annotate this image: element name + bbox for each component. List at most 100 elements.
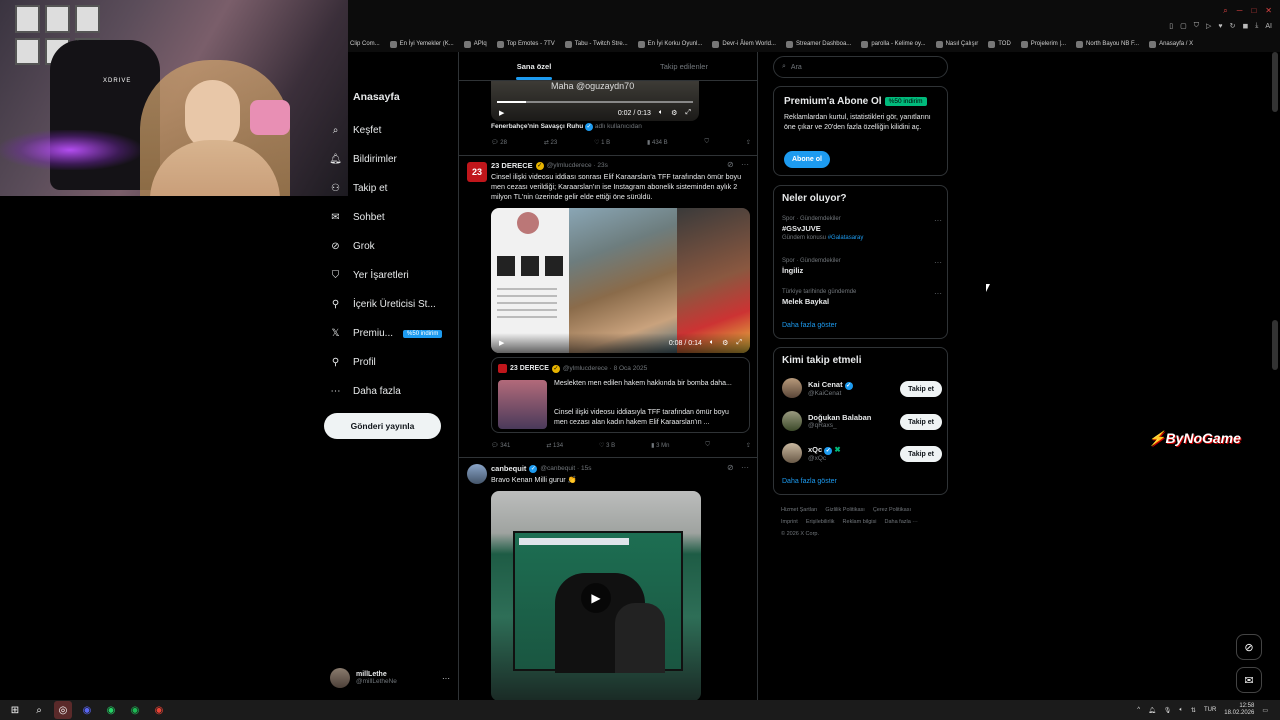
account-switcher[interactable]: millLethe @millLetheNe ··· xyxy=(330,666,450,690)
tweet-media[interactable]: ▶ 0:08 / 0:14 🔈︎ ⚙ ⤢ xyxy=(491,208,750,353)
bookmark-item[interactable]: En İyi Yemekler (K... xyxy=(389,40,454,48)
bookmark-item[interactable]: Devr-i Âlem World... xyxy=(712,40,776,48)
author-name[interactable]: canbequit xyxy=(491,464,526,473)
search-icon[interactable]: ⌕ xyxy=(1223,6,1227,16)
avatar[interactable]: ◼ xyxy=(1242,22,1248,30)
clock[interactable]: 12:58 18.02.2026 xyxy=(1224,703,1254,717)
retweet-button[interactable]: ⇄ 23 xyxy=(544,139,557,146)
windows-start-icon[interactable]: ⊞ xyxy=(6,701,24,719)
fullscreen-icon[interactable]: ⤢ xyxy=(685,109,691,117)
chrome-icon[interactable]: ◉ xyxy=(150,701,168,719)
more-icon[interactable]: ··· xyxy=(934,289,942,298)
refresh-icon[interactable]: ↻ xyxy=(1230,22,1236,30)
show-more-follow[interactable]: Daha fazla göster xyxy=(782,478,837,485)
author-handle[interactable]: @ylmlucderece · 23s xyxy=(547,162,608,169)
avatar[interactable] xyxy=(467,464,487,484)
more-icon[interactable]: ··· xyxy=(442,674,450,683)
minimize-icon[interactable]: ─ xyxy=(1237,6,1243,16)
show-more-trends[interactable]: Daha fazla göster xyxy=(782,322,837,329)
nav-item-grok[interactable]: ⊘ Grok xyxy=(330,241,374,252)
like-button[interactable]: ♡ 3 B xyxy=(599,442,615,449)
share-icon[interactable]: ⇪ xyxy=(746,139,751,146)
nav-item-follow[interactable]: ⚇ Takip et xyxy=(330,183,387,194)
chevron-up-icon[interactable]: ^ xyxy=(1137,707,1140,713)
bell-icon[interactable]: 🔔︎ xyxy=(1148,707,1156,714)
tab-for-you[interactable]: Sana özel xyxy=(459,52,609,80)
nav-item-search[interactable]: ⌕ Keşfet xyxy=(330,125,382,136)
nav-item-chat[interactable]: ✉ Sohbet xyxy=(330,212,384,223)
app-icon[interactable]: ◎ xyxy=(54,701,72,719)
footer-link[interactable]: Erişilebilirlik xyxy=(806,519,835,525)
mic-icon[interactable]: 🎙︎ xyxy=(1164,707,1172,714)
fullscreen-icon[interactable]: ⤢ xyxy=(736,339,742,347)
ai-label[interactable]: AI xyxy=(1265,23,1272,30)
volume-icon[interactable]: 🔈︎ xyxy=(710,339,714,347)
nav-item-creator[interactable]: ⚲ İçerik Üreticisi St... xyxy=(330,299,436,310)
bookmark-icon[interactable]: ⛉ xyxy=(705,139,710,146)
share-icon[interactable]: ⇪ xyxy=(746,442,751,449)
video-player[interactable]: Maha @oguzaydn70 ▶ 0:02 / 0:13 🔈︎ ⚙ ⤢ xyxy=(491,81,699,121)
more-icon[interactable]: ··· xyxy=(741,160,749,169)
nav-home[interactable]: Anasayfa xyxy=(353,91,400,103)
play-icon[interactable]: ▶ xyxy=(499,109,504,117)
play-icon[interactable]: ▷ xyxy=(1206,22,1211,30)
bookmark-item[interactable]: Nasıl Çalışır xyxy=(935,40,978,48)
network-icon[interactable]: ⇅ xyxy=(1191,707,1196,714)
bookmark-item[interactable]: En İyi Korku Oyunl... xyxy=(637,40,702,48)
nav-item-person[interactable]: ⚲ Profil xyxy=(330,357,376,368)
search-icon[interactable]: ⌕ xyxy=(30,701,48,719)
avatar[interactable]: 23 xyxy=(467,162,487,182)
search-input[interactable]: ⌕ Ara xyxy=(773,56,948,78)
bookmark-item[interactable]: Projelerim |... xyxy=(1020,40,1066,48)
shield-icon[interactable]: ⛉ xyxy=(1194,22,1199,30)
like-button[interactable]: ♡ 1 B xyxy=(594,139,610,146)
bookmark-icon[interactable]: ⛉ xyxy=(705,442,710,449)
bookmark-item[interactable]: Tabu - Twitch Stre... xyxy=(564,40,628,48)
follow-suggestion[interactable]: Doğukan Balaban @qRaxs_ Takip et xyxy=(782,410,942,432)
messages-icon[interactable]: ✉ xyxy=(1236,667,1262,693)
trend-item[interactable]: Spor · Gündemdekiler İngiliz ··· xyxy=(782,258,942,275)
scrollbar[interactable] xyxy=(1272,320,1278,370)
extension-icon[interactable]: ▢ xyxy=(1180,22,1187,30)
scrollbar[interactable] xyxy=(1272,52,1278,112)
maximize-icon[interactable]: □ xyxy=(1251,6,1256,16)
video-progress[interactable] xyxy=(497,101,693,103)
follow-button[interactable]: Takip et xyxy=(900,446,942,462)
quoted-tweet[interactable]: 23 DERECE ✓ @ylmlucderece · 8 Oca 2025 M… xyxy=(491,357,750,433)
notification-icon[interactable]: ▭ xyxy=(1262,707,1268,714)
spotify-icon[interactable]: ◉ xyxy=(126,701,144,719)
follow-suggestion[interactable]: xQc ✓ ✖ @xQc Takip et xyxy=(782,442,942,464)
settings-icon[interactable]: ⚙ xyxy=(671,109,677,117)
bookmark-item[interactable]: APIq xyxy=(463,40,487,48)
grok-icon[interactable]: ⊘ xyxy=(1236,634,1262,660)
video-player[interactable]: ▶ xyxy=(491,491,701,700)
footer-link[interactable]: Daha fazla ··· xyxy=(884,519,917,525)
bookmark-item[interactable]: Top Emotes - 7TV xyxy=(496,40,555,48)
footer-link[interactable]: Reklam bilgisi xyxy=(843,519,877,525)
post-button[interactable]: Gönderi yayınla xyxy=(324,413,441,439)
nav-item-bell[interactable]: 🔔︎ Bildirimler xyxy=(329,154,397,165)
follow-button[interactable]: Takip et xyxy=(900,381,942,397)
nav-item-x[interactable]: 𝕏 Premiu... %50 indirim xyxy=(330,328,443,339)
settings-icon[interactable]: ⚙ xyxy=(722,339,728,347)
subscribe-button[interactable]: Abone ol xyxy=(784,151,830,168)
views-count[interactable]: ▮ 3 Mn xyxy=(651,442,669,449)
retweet-button[interactable]: ⇄ 134 xyxy=(546,442,563,449)
trend-item[interactable]: Spor · Gündemdekiler #GSvJUVE Gündem kon… xyxy=(782,216,942,241)
grok-icon[interactable]: ⊘ xyxy=(727,160,734,169)
close-icon[interactable]: ✕ xyxy=(1265,6,1272,16)
bookmark-item[interactable]: North Bayou NB F... xyxy=(1076,40,1139,48)
download-icon[interactable]: ⤓ xyxy=(1255,22,1258,30)
reply-button[interactable]: 💬︎ 341 xyxy=(491,442,510,449)
footer-link[interactable]: Imprint xyxy=(781,519,798,525)
more-icon[interactable]: ··· xyxy=(934,216,942,225)
discord-icon[interactable]: ◉ xyxy=(78,701,96,719)
footer-link[interactable]: Gizlilik Politikası xyxy=(825,507,864,513)
author-handle[interactable]: @canbequit · 15s xyxy=(540,465,591,472)
tab-following[interactable]: Takip edilenler xyxy=(609,52,757,80)
language-indicator[interactable]: TUR xyxy=(1204,707,1216,713)
whatsapp-icon[interactable]: ◉ xyxy=(102,701,120,719)
heart-icon[interactable]: ♥ xyxy=(1218,23,1222,30)
author-name[interactable]: 23 DERECE xyxy=(491,161,533,170)
play-icon[interactable]: ▶ xyxy=(499,339,504,347)
